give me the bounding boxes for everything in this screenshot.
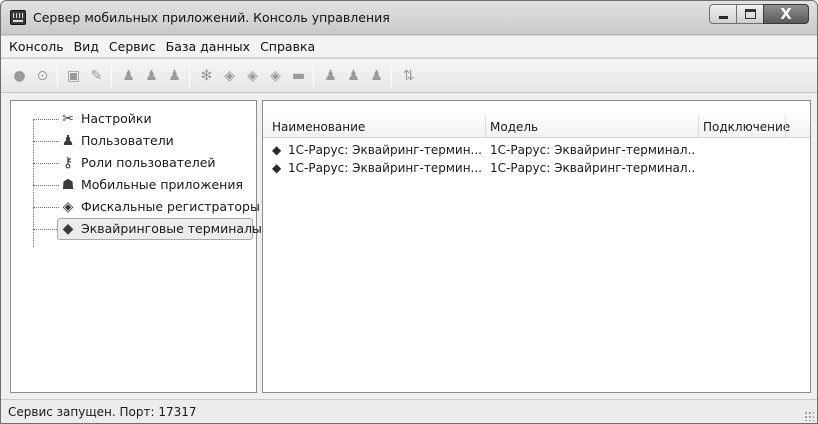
- add-device-icon[interactable]: ◈: [221, 68, 238, 85]
- cell-name: 1С-Рарус: Эквайринг-термин...: [288, 161, 482, 175]
- tree-item-mobile-apps[interactable]: ☗ Мобильные приложения: [11, 174, 256, 196]
- record-icon[interactable]: ●: [11, 68, 28, 85]
- column-header-name[interactable]: Наименование: [272, 120, 365, 134]
- menu-bar: Консоль Вид Сервис База данных Справка: [1, 36, 817, 58]
- monitor-icon[interactable]: ▣: [65, 68, 82, 85]
- menu-service[interactable]: Сервис: [104, 39, 161, 54]
- tree-connector: [33, 207, 59, 208]
- menu-view[interactable]: Вид: [69, 39, 104, 54]
- resize-grip-icon[interactable]: [804, 411, 814, 421]
- tree-item-acquiring-terminals[interactable]: ◆ Эквайринговые терминалы: [11, 218, 262, 240]
- cell-model: 1С-Рарус: Эквайринг-терминал...: [490, 143, 695, 157]
- column-header-connection[interactable]: Подключение: [703, 120, 790, 134]
- close-button[interactable]: X: [763, 4, 809, 24]
- users-group-icon[interactable]: ♟: [120, 68, 137, 85]
- list-header: Наименование Модель Подключение: [263, 116, 810, 138]
- cell-name: 1С-Рарус: Эквайринг-термин...: [288, 143, 482, 157]
- navigation-tree: ✂ Настройки ♟ Пользователи ⚷ Роли пользо…: [10, 100, 262, 393]
- user-delete-icon[interactable]: ♟: [166, 68, 183, 85]
- terminal-icon: ◆: [62, 221, 74, 237]
- column-divider[interactable]: [785, 116, 786, 138]
- table-row[interactable]: ◆ 1С-Рарус: Эквайринг-термин... 1С-Рарус…: [263, 142, 810, 160]
- toolbar: ● ⊙ ▣ ✎ ♟ ♟ ♟ ✻ ◈ ◈ ◈ ▬ ♟ ♟ ♟ ⇅: [1, 59, 817, 93]
- window-title: Сервер мобильных приложений. Консоль упр…: [33, 10, 390, 25]
- menu-console[interactable]: Консоль: [4, 39, 69, 54]
- user-remove-icon[interactable]: ♟: [368, 68, 385, 85]
- tree-connector: [33, 163, 59, 164]
- maximize-button[interactable]: [736, 4, 764, 24]
- toolbar-separator: [189, 66, 190, 88]
- terminal-list: Наименование Модель Подключение ◆ 1С-Рар…: [262, 100, 811, 393]
- toolbar-separator: [111, 66, 112, 88]
- tree-item-fiscal-registers[interactable]: ◈ Фискальные регистраторы: [11, 196, 260, 218]
- menu-database[interactable]: База данных: [161, 39, 255, 54]
- toolbar-separator: [313, 66, 314, 88]
- app-icon: [10, 10, 26, 25]
- tree-item-label: Роли пользователей: [81, 155, 216, 170]
- title-bar[interactable]: Сервер мобильных приложений. Консоль упр…: [1, 1, 817, 35]
- toolbar-separator: [57, 66, 58, 88]
- user-icon: ♟: [61, 133, 75, 149]
- minimize-icon: [719, 16, 728, 19]
- register-icon: ◈: [62, 199, 74, 215]
- tools-icon: ✂: [62, 111, 74, 127]
- table-row[interactable]: ◆ 1С-Рарус: Эквайринг-термин... 1С-Рарус…: [263, 160, 810, 178]
- maximize-icon: [745, 9, 756, 19]
- app-window: Сервер мобильных приложений. Консоль упр…: [0, 0, 818, 424]
- brush-icon[interactable]: ✎: [88, 68, 105, 85]
- column-header-model[interactable]: Модель: [490, 120, 538, 134]
- tree-item-users[interactable]: ♟ Пользователи: [11, 130, 256, 152]
- tree-item-label: Фискальные регистраторы: [81, 199, 260, 214]
- tree-item-label: Настройки: [81, 111, 152, 126]
- main-area: ✂ Настройки ♟ Пользователи ⚷ Роли пользо…: [1, 93, 817, 399]
- user-edit-icon[interactable]: ♟: [143, 68, 160, 85]
- user-edit2-icon[interactable]: ♟: [345, 68, 362, 85]
- close-icon: X: [780, 5, 792, 23]
- tree-item-settings[interactable]: ✂ Настройки: [11, 108, 256, 130]
- status-bar: Сервис запущен. Порт: 17317: [1, 399, 817, 423]
- tree-connector: [33, 229, 59, 230]
- cell-model: 1С-Рарус: Эквайринг-терминал...: [490, 161, 695, 175]
- settings-gear-icon[interactable]: ✻: [198, 68, 215, 85]
- terminal-icon: ◆: [272, 161, 282, 175]
- tree-connector: [33, 185, 59, 186]
- edit-device-icon[interactable]: ◈: [244, 68, 261, 85]
- column-divider[interactable]: [698, 116, 699, 138]
- key-icon: ⚷: [62, 155, 74, 171]
- tree-item-label: Пользователи: [81, 133, 174, 148]
- minimize-button[interactable]: [709, 4, 737, 24]
- terminal-icon: ◆: [272, 143, 282, 157]
- card-icon[interactable]: ▬: [290, 68, 307, 85]
- column-divider[interactable]: [485, 116, 486, 138]
- status-text: Сервис запущен. Порт: 17317: [8, 405, 197, 419]
- stop-icon[interactable]: ⊙: [34, 68, 51, 85]
- tree-item-label: Мобильные приложения: [81, 177, 243, 192]
- android-icon: ☗: [61, 177, 75, 193]
- tree-connector: [33, 119, 59, 120]
- tree-item-label: Эквайринговые терминалы: [81, 221, 262, 236]
- window-controls: X: [709, 4, 809, 24]
- refresh-icon[interactable]: ⇅: [400, 68, 417, 85]
- toolbar-separator: [391, 66, 392, 88]
- user-add-icon[interactable]: ♟: [322, 68, 339, 85]
- remove-device-icon[interactable]: ◈: [267, 68, 284, 85]
- tree-connector: [33, 141, 59, 142]
- menu-help[interactable]: Справка: [255, 39, 320, 54]
- tree-item-user-roles[interactable]: ⚷ Роли пользователей: [11, 152, 256, 174]
